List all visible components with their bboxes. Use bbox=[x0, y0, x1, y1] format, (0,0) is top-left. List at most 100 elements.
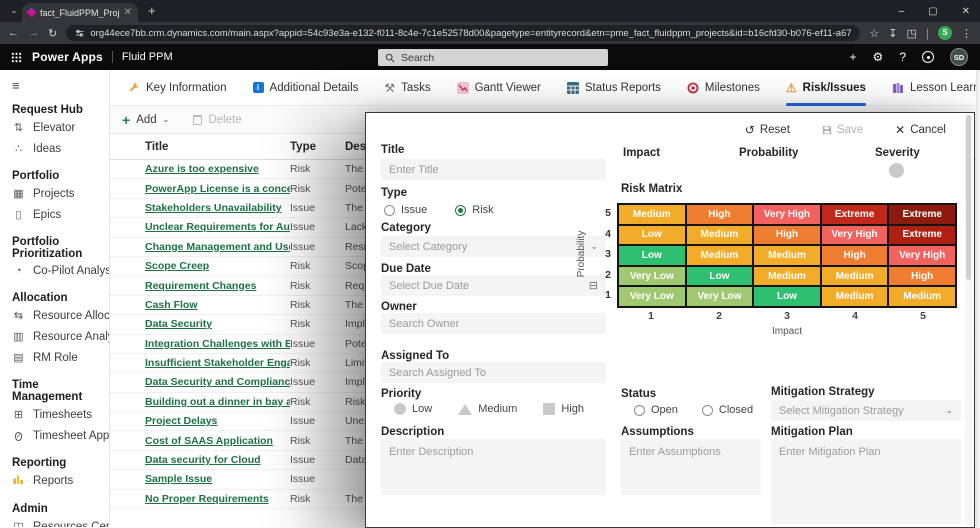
reset-button[interactable]: ↺ Reset bbox=[745, 123, 790, 137]
sidebar-item-timesheet-approval[interactable]: ✓ Timesheet Approval bbox=[0, 425, 109, 446]
priority-option-medium[interactable]: Medium bbox=[458, 403, 517, 415]
category-select[interactable]: Select Category ⌄ bbox=[381, 236, 606, 257]
sidebar-item-resources-center[interactable]: ◫ Resources Center bbox=[0, 516, 109, 527]
title-input[interactable]: Enter Title bbox=[381, 159, 606, 180]
save-button[interactable]: Save bbox=[822, 123, 863, 137]
risk-title-link[interactable]: Building out a dinner in bay area bbox=[145, 396, 290, 408]
back-icon[interactable]: ← bbox=[8, 27, 19, 39]
assumptions-label: Assumptions bbox=[621, 426, 694, 438]
bookmark-star-icon[interactable]: ☆ bbox=[869, 27, 879, 40]
risk-title-link[interactable]: Cost of SAAS Application bbox=[145, 435, 290, 447]
hamburger-icon[interactable]: ≡ bbox=[12, 78, 109, 93]
assumptions-textarea[interactable]: Enter Assumptions bbox=[621, 439, 761, 495]
column-header-title[interactable]: Title bbox=[110, 141, 290, 153]
delete-button[interactable]: Delete bbox=[193, 114, 241, 126]
url-text: org44ece7bb.crm.dynamics.com/main.aspx?a… bbox=[90, 28, 851, 39]
save-icon bbox=[822, 125, 832, 135]
sidebar-item-timesheets[interactable]: ⊞ Timesheets bbox=[0, 404, 109, 425]
category-label: Category bbox=[381, 222, 431, 234]
risk-title-link[interactable]: Scope Creep bbox=[145, 260, 290, 272]
tab-lesson-learned[interactable]: Lesson Learned bbox=[892, 70, 980, 106]
sidebar-item-rm-role[interactable]: ▤ RM Role bbox=[0, 347, 109, 368]
tab-risk-issues[interactable]: ⚠ Risk/Issues bbox=[786, 70, 866, 106]
gear-icon[interactable]: ⚙ bbox=[873, 50, 884, 64]
sidebar-item-elevator[interactable]: ⇅ Elevator bbox=[0, 117, 109, 138]
risk-title-link[interactable]: Project Delays bbox=[145, 415, 290, 427]
priority-option-high[interactable]: High bbox=[543, 403, 584, 415]
risk-title-link[interactable]: Stakeholders Unavailability bbox=[145, 202, 290, 214]
tab-status-reports[interactable]: Status Reports bbox=[567, 70, 661, 106]
browser-menu-icon[interactable]: ⋮ bbox=[961, 27, 972, 40]
risk-title-link[interactable]: Integration Challenges with Existing Sys… bbox=[145, 338, 290, 350]
status-radio-open[interactable]: Open bbox=[634, 404, 678, 416]
mitigation-strategy-select[interactable]: Select Mitigation Strategy ⌄ bbox=[771, 400, 961, 421]
tab-additional-details[interactable]: i Additional Details bbox=[253, 70, 359, 106]
risk-title-link[interactable]: Change Management and User Adoption Issu… bbox=[145, 241, 290, 253]
reload-icon[interactable]: ↻ bbox=[48, 27, 57, 40]
tab-search-icon[interactable]: ⌄ bbox=[7, 4, 21, 18]
matrix-cell: Medium bbox=[821, 266, 889, 287]
column-header-type[interactable]: Type bbox=[290, 141, 345, 153]
type-radio-issue[interactable]: Issue bbox=[384, 204, 427, 216]
sidebar-item-resource-analyzer[interactable]: ▥ Resource Analyzer bbox=[0, 326, 109, 347]
feedback-icon[interactable] bbox=[922, 51, 934, 63]
tab-tasks[interactable]: ⚒ Tasks bbox=[384, 70, 430, 106]
cancel-button[interactable]: ✕ Cancel bbox=[895, 123, 946, 137]
sidebar-item-copilot-analysis[interactable]: ◔ Co-Pilot Analysis bbox=[0, 261, 109, 281]
mitigation-plan-textarea[interactable]: Enter Mitigation Plan bbox=[771, 439, 961, 524]
owner-input[interactable]: Search Owner bbox=[381, 313, 606, 334]
tab-close-icon[interactable]: ✕ bbox=[124, 7, 132, 18]
risk-title-link[interactable]: Sample Issue bbox=[145, 473, 290, 485]
risk-title-link[interactable]: No Proper Requirements bbox=[145, 493, 290, 505]
wrench-icon bbox=[128, 82, 140, 94]
window-close-icon[interactable]: ✕ bbox=[962, 6, 970, 17]
risk-title-link[interactable]: Unclear Requirements for Automated Workf… bbox=[145, 221, 290, 233]
due-date-input[interactable]: Select Due Date ⊟ bbox=[381, 275, 606, 296]
add-new-icon[interactable]: + bbox=[850, 50, 857, 64]
extensions-icon[interactable]: ◳ bbox=[906, 27, 916, 40]
matrix-column-label: 5 bbox=[889, 310, 957, 322]
tab-key-information[interactable]: Key Information bbox=[128, 70, 227, 106]
new-tab-icon[interactable]: + bbox=[148, 3, 156, 18]
sidebar-item-reports[interactable]: Reports bbox=[0, 470, 109, 492]
add-button[interactable]: + Add ⌄ bbox=[122, 112, 169, 128]
risk-title-link[interactable]: Data security for Cloud bbox=[145, 454, 290, 466]
priority-option-low[interactable]: Low bbox=[394, 403, 432, 415]
risk-title-link[interactable]: Data Security bbox=[145, 318, 290, 330]
browser-tab[interactable]: fact_FluidPPM_Projects: FPPM P ✕ bbox=[22, 3, 138, 22]
sidebar-item-ideas[interactable]: ∴ Ideas bbox=[0, 138, 109, 159]
app-name[interactable]: Fluid PPM bbox=[122, 51, 173, 63]
sidebar-item-projects[interactable]: ▦ Projects bbox=[0, 183, 109, 204]
tab-gantt-viewer[interactable]: Gantt Viewer bbox=[457, 70, 541, 106]
risk-title-link[interactable]: Data Security and Compliance Risks bbox=[145, 376, 290, 388]
assigned-to-input[interactable]: Search Assigned To bbox=[381, 362, 606, 383]
risk-title-link[interactable]: PowerApp License is a concern bbox=[145, 183, 290, 195]
matrix-cell: Very Low bbox=[618, 286, 686, 307]
dialog-scrollbar[interactable] bbox=[965, 115, 972, 525]
window-minimize-icon[interactable]: – bbox=[899, 6, 905, 17]
brand-title[interactable]: Power Apps bbox=[32, 50, 103, 64]
chrome-profile-avatar[interactable]: S bbox=[938, 26, 952, 40]
risk-type-cell: Issue bbox=[290, 338, 345, 350]
user-avatar[interactable]: SD bbox=[950, 48, 968, 66]
address-bar[interactable]: org44ece7bb.crm.dynamics.com/main.aspx?a… bbox=[66, 25, 860, 41]
risk-title-link[interactable]: Azure is too expensive bbox=[145, 163, 290, 175]
window-restore-icon[interactable]: ▢ bbox=[928, 6, 937, 17]
type-radio-risk[interactable]: Risk bbox=[455, 204, 493, 216]
forward-icon[interactable]: → bbox=[28, 27, 39, 39]
help-icon[interactable]: ? bbox=[899, 50, 906, 64]
risk-title-link[interactable]: Insufficient Stakeholder Engagement bbox=[145, 357, 290, 369]
waffle-icon[interactable] bbox=[11, 52, 22, 63]
risk-title-link[interactable]: Requirement Changes bbox=[145, 280, 290, 292]
global-search-input[interactable]: Search bbox=[378, 49, 608, 66]
description-textarea[interactable]: Enter Description bbox=[381, 439, 606, 495]
scrollbar-thumb[interactable] bbox=[966, 115, 971, 280]
sidebar-item-epics[interactable]: ▯ Epics bbox=[0, 204, 109, 225]
sidebar-item-resource-allocation[interactable]: ⇆ Resource Allocation bbox=[0, 305, 109, 326]
site-info-icon[interactable] bbox=[75, 28, 84, 38]
tab-milestones[interactable]: Milestones bbox=[687, 70, 760, 106]
page-scrollbar[interactable] bbox=[976, 70, 980, 527]
status-radio-closed[interactable]: Closed bbox=[702, 404, 753, 416]
risk-title-link[interactable]: Cash Flow bbox=[145, 299, 290, 311]
download-icon[interactable]: ↧ bbox=[888, 27, 897, 40]
